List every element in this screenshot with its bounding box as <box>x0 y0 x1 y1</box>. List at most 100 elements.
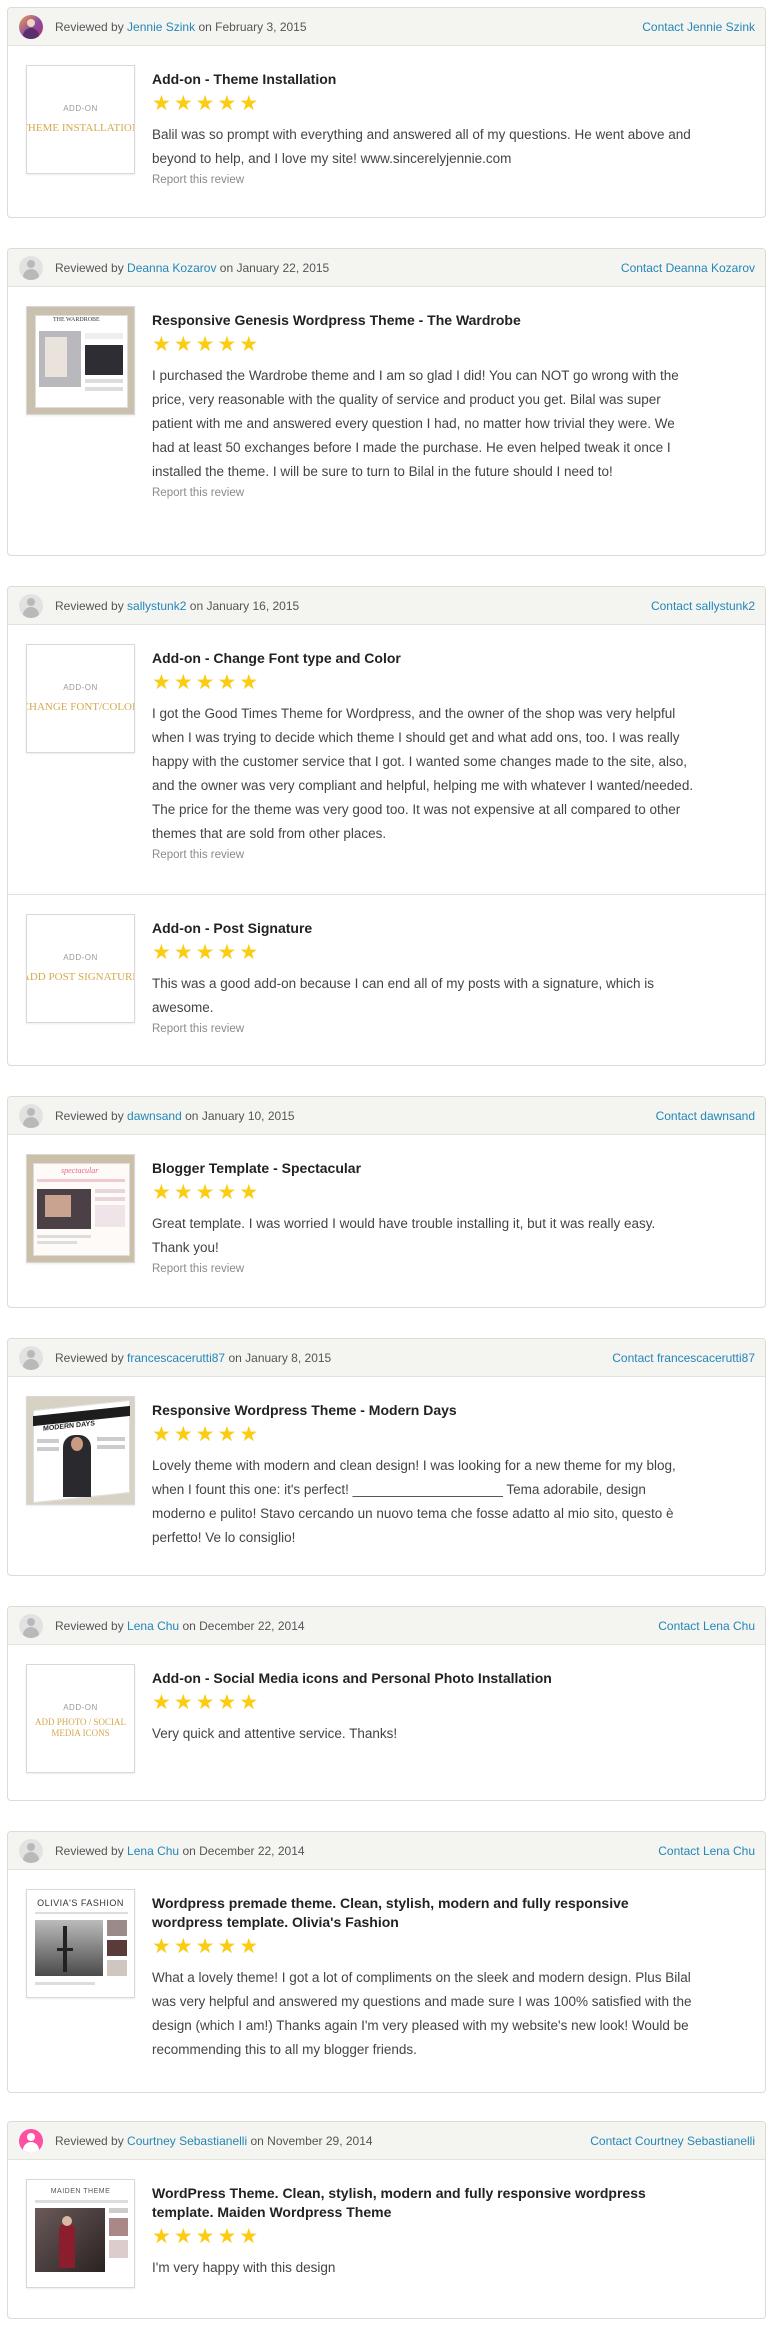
star-icon: ★ <box>217 941 237 964</box>
product-title[interactable]: Add-on - Post Signature <box>152 920 312 936</box>
star-icon: ★ <box>152 1935 171 1958</box>
product-title[interactable]: Add-on - Change Font type and Color <box>152 650 401 666</box>
review-text: I got the Good Times Theme for Wordpress… <box>152 706 694 841</box>
contact-reviewer-link[interactable]: Contact Courtney Sebastianelli <box>590 2134 755 2148</box>
review-meta: Reviewed by Lena Chu on December 22, 201… <box>55 1844 305 1858</box>
reviewer-link[interactable]: Lena Chu <box>127 1619 179 1633</box>
star-rating: ★ ★ ★ ★ ★ <box>152 2225 695 2248</box>
review-card: Reviewed by dawnsand on January 10, 2015… <box>7 1096 766 1308</box>
avatar[interactable] <box>19 1345 43 1370</box>
review-item: MODERN DAYS Responsive Wordpress Theme -… <box>8 1377 765 1575</box>
review-date: December 22, 2014 <box>199 1618 305 1633</box>
star-icon: ★ <box>152 671 171 694</box>
star-rating: ★ ★ ★ ★ ★ <box>152 941 695 964</box>
avatar[interactable] <box>19 255 43 280</box>
report-review-link[interactable]: Report this review <box>152 1023 244 1035</box>
reviewer-link[interactable]: dawnsand <box>127 1109 182 1123</box>
thumbnail-title: CHANGE FONT/COLOR <box>26 701 135 713</box>
avatar[interactable] <box>19 593 43 618</box>
star-icon: ★ <box>239 2225 259 2248</box>
review-card: Reviewed by Jennie Szink on February 3, … <box>7 7 766 218</box>
reviewer-link[interactable]: francescacerutti87 <box>127 1351 225 1365</box>
review-item: spectacular Blogger Template - Spectacul… <box>8 1135 765 1307</box>
star-icon: ★ <box>195 941 215 964</box>
on-label: on <box>198 19 212 34</box>
product-thumbnail[interactable]: THE WARDROBE <box>26 306 135 415</box>
review-item: ADD-ON CHANGE FONT/COLOR Add-on - Change… <box>8 625 765 894</box>
product-thumbnail[interactable]: MODERN DAYS <box>26 1396 135 1505</box>
product-title[interactable]: WordPress Theme. Clean, stylish, modern … <box>152 2185 646 2220</box>
product-thumbnail[interactable]: MAIDEN THEME <box>26 2179 135 2288</box>
review-meta: Reviewed by Courtney Sebastianelli on No… <box>55 2134 373 2148</box>
thumbnail-title: ADD PHOTO / SOCIAL MEDIA ICONS <box>34 1717 127 1738</box>
review-meta: Reviewed by francescacerutti87 on Januar… <box>55 1351 331 1365</box>
reviewer-link[interactable]: sallystunk2 <box>127 599 186 613</box>
contact-reviewer-link[interactable]: Contact Lena Chu <box>658 1844 755 1858</box>
reviewed-by-label: Reviewed by <box>55 2133 124 2148</box>
star-icon: ★ <box>239 671 259 694</box>
review-header: Reviewed by Courtney Sebastianelli on No… <box>8 2122 765 2160</box>
product-thumbnail[interactable]: ADD-ON THEME INSTALLATION <box>26 65 135 174</box>
reviewer-link[interactable]: Deanna Kozarov <box>127 261 216 275</box>
reviewer-link[interactable]: Jennie Szink <box>127 20 195 34</box>
review-meta: Reviewed by Jennie Szink on February 3, … <box>55 20 307 34</box>
star-icon: ★ <box>217 92 237 115</box>
report-review-link[interactable]: Report this review <box>152 1263 244 1275</box>
on-label: on <box>219 260 234 275</box>
avatar[interactable] <box>19 2128 43 2153</box>
review-date: January 8, 2015 <box>245 1350 332 1365</box>
product-thumbnail[interactable]: ADD-ON ADD POST SIGNATURE <box>26 914 135 1023</box>
product-title[interactable]: Responsive Genesis Wordpress Theme - The… <box>152 312 521 328</box>
report-review-link[interactable]: Report this review <box>152 174 244 186</box>
star-icon: ★ <box>217 1423 237 1446</box>
star-icon: ★ <box>173 671 193 694</box>
review-item: ADD-ON ADD POST SIGNATURE Add-on - Post … <box>8 894 765 1065</box>
star-icon: ★ <box>195 1691 215 1714</box>
star-icon: ★ <box>239 1423 259 1446</box>
product-title[interactable]: Add-on - Theme Installation <box>152 71 336 87</box>
product-title[interactable]: Add-on - Social Media icons and Personal… <box>152 1670 552 1686</box>
reviewer-link[interactable]: Lena Chu <box>127 1844 179 1858</box>
product-title[interactable]: Responsive Wordpress Theme - Modern Days <box>152 1402 457 1418</box>
contact-reviewer-link[interactable]: Contact dawnsand <box>656 1109 755 1123</box>
thumbnail-title: OLIVIA'S FASHION <box>37 1898 124 1908</box>
reviewed-by-label: Reviewed by <box>55 1618 124 1633</box>
report-review-link[interactable]: Report this review <box>152 849 244 861</box>
product-thumbnail[interactable]: ADD-ON CHANGE FONT/COLOR <box>26 644 135 753</box>
star-rating: ★ ★ ★ ★ ★ <box>152 1423 695 1446</box>
star-icon: ★ <box>195 2225 215 2248</box>
review-item: MAIDEN THEME WordPress Theme. Clean, sty… <box>8 2160 765 2318</box>
avatar[interactable] <box>19 1838 43 1863</box>
review-date: January 16, 2015 <box>206 598 300 613</box>
product-thumbnail[interactable]: ADD-ON ADD PHOTO / SOCIAL MEDIA ICONS <box>26 1664 135 1773</box>
contact-reviewer-link[interactable]: Contact Deanna Kozarov <box>621 261 755 275</box>
star-icon: ★ <box>239 1935 259 1958</box>
star-rating: ★ ★ ★ ★ ★ <box>152 1181 695 1204</box>
star-icon: ★ <box>239 333 259 356</box>
report-review-link[interactable]: Report this review <box>152 487 244 499</box>
product-title[interactable]: Wordpress premade theme. Clean, stylish,… <box>152 1895 629 1930</box>
thumbnail-title: MAIDEN THEME <box>50 2188 111 2195</box>
review-date: January 10, 2015 <box>201 1108 295 1123</box>
review-text: Balil was so prompt with everything and … <box>152 127 691 166</box>
review-item: THE WARDROBE Responsive Genesis Wordpres… <box>8 287 765 555</box>
review-card: Reviewed by sallystunk2 on January 16, 2… <box>7 586 766 1066</box>
avatar[interactable] <box>19 1613 43 1638</box>
product-thumbnail[interactable]: spectacular <box>26 1154 135 1263</box>
product-thumbnail[interactable]: OLIVIA'S FASHION <box>26 1889 135 1998</box>
review-header: Reviewed by Lena Chu on December 22, 201… <box>8 1832 765 1870</box>
reviewed-by-label: Reviewed by <box>55 598 124 613</box>
review-header: Reviewed by Deanna Kozarov on January 22… <box>8 249 765 287</box>
star-rating: ★ ★ ★ ★ ★ <box>152 1691 695 1714</box>
reviewed-by-label: Reviewed by <box>55 1843 124 1858</box>
avatar[interactable] <box>19 14 43 39</box>
product-title[interactable]: Blogger Template - Spectacular <box>152 1160 361 1176</box>
contact-reviewer-link[interactable]: Contact sallystunk2 <box>651 599 755 613</box>
contact-reviewer-link[interactable]: Contact francescacerutti87 <box>612 1351 755 1365</box>
star-icon: ★ <box>195 1181 215 1204</box>
avatar[interactable] <box>19 1103 43 1128</box>
reviewer-link[interactable]: Courtney Sebastianelli <box>127 2134 247 2148</box>
star-icon: ★ <box>152 2225 171 2248</box>
contact-reviewer-link[interactable]: Contact Jennie Szink <box>642 20 755 34</box>
contact-reviewer-link[interactable]: Contact Lena Chu <box>658 1619 755 1633</box>
